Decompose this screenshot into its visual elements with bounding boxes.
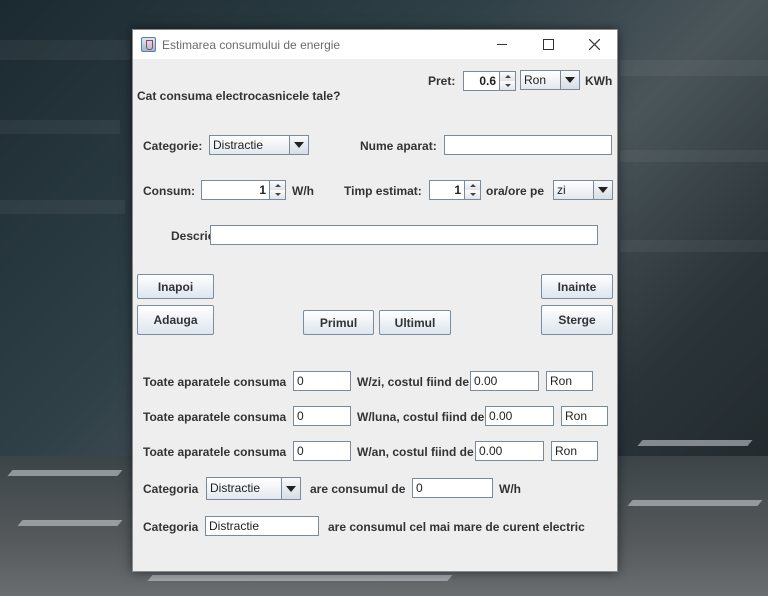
- top-category-label: Categoria: [143, 520, 199, 534]
- yearly-cost-field[interactable]: [475, 441, 544, 461]
- consumption-value: 1: [259, 183, 266, 197]
- monthly-cost-field[interactable]: [485, 406, 554, 426]
- time-unit: ora/ore pe: [486, 184, 545, 198]
- maximize-button[interactable]: [525, 30, 571, 59]
- consumption-label: Consum:: [143, 184, 195, 198]
- description-input[interactable]: [210, 225, 598, 245]
- java-app-icon: [141, 37, 156, 52]
- daily-currency-field[interactable]: [546, 371, 593, 391]
- category-consumption-field[interactable]: [412, 478, 493, 498]
- category-selected: Distractie: [213, 138, 264, 152]
- main-panel: Cat consuma electrocasnicele tale? Pret:…: [133, 59, 617, 571]
- monthly-currency-field[interactable]: [561, 406, 608, 426]
- currency-selected: Ron: [524, 73, 547, 87]
- monthly-unit-text: W/luna, costul fiind de: [357, 410, 485, 424]
- category-consumption-unit: W/h: [499, 482, 521, 496]
- yearly-total-label: Toate aparatele consuma: [143, 445, 287, 459]
- yearly-currency-field[interactable]: [551, 441, 598, 461]
- time-label: Timp estimat:: [344, 184, 422, 198]
- minimize-button[interactable]: [479, 30, 525, 59]
- first-button[interactable]: Primul: [303, 310, 374, 335]
- chevron-down-icon: [289, 136, 308, 154]
- yearly-consumption-field[interactable]: [293, 441, 351, 461]
- summary-category-selected: Distractie: [210, 481, 261, 495]
- close-button[interactable]: [571, 30, 617, 59]
- chevron-down-icon: [560, 71, 579, 89]
- unit-label: KWh: [585, 74, 613, 88]
- yearly-unit-text: W/an, costul fiind de: [357, 445, 474, 459]
- summary-category-dropdown[interactable]: Distractie: [206, 477, 301, 500]
- period-selected: zi: [557, 183, 566, 197]
- close-icon: [588, 39, 600, 50]
- chevron-down-icon: [593, 181, 612, 199]
- app-window: Estimarea consumului de energie Cat cons…: [132, 29, 618, 572]
- device-name-label: Nume aparat:: [360, 139, 437, 153]
- price-label: Pret:: [428, 74, 456, 88]
- add-button[interactable]: Adauga: [137, 305, 214, 335]
- category-dropdown[interactable]: Distractie: [209, 135, 309, 155]
- last-button[interactable]: Ultimul: [379, 310, 451, 335]
- device-name-input[interactable]: [444, 135, 612, 155]
- daily-total-label: Toate aparatele consuma: [143, 375, 287, 389]
- back-button[interactable]: Inapoi: [137, 274, 214, 299]
- consumption-unit: W/h: [292, 184, 314, 198]
- monthly-consumption-field[interactable]: [293, 406, 351, 426]
- category-consumption-text: are consumul de: [310, 482, 406, 496]
- category-label: Categorie:: [143, 139, 203, 153]
- category-summary-label: Categoria: [143, 482, 199, 496]
- monthly-total-label: Toate aparatele consuma: [143, 410, 287, 424]
- daily-consumption-field[interactable]: [293, 371, 351, 391]
- period-dropdown[interactable]: zi: [553, 180, 613, 200]
- time-spinner[interactable]: 1: [429, 180, 481, 200]
- delete-button[interactable]: Sterge: [541, 305, 613, 335]
- currency-dropdown[interactable]: Ron: [520, 70, 580, 90]
- top-category-field[interactable]: [205, 516, 319, 536]
- question-heading: Cat consuma electrocasnicele tale?: [137, 89, 341, 103]
- forward-button[interactable]: Inainte: [541, 274, 613, 299]
- price-value: 0.6: [479, 74, 496, 88]
- daily-cost-field[interactable]: [470, 371, 539, 391]
- time-value: 1: [454, 183, 461, 197]
- chevron-down-icon: [281, 478, 300, 499]
- price-spinner[interactable]: 0.6: [463, 71, 516, 91]
- consumption-spinner[interactable]: 1: [201, 180, 286, 200]
- time-down-arrow-icon[interactable]: [465, 190, 480, 199]
- window-title: Estimarea consumului de energie: [162, 38, 341, 52]
- title-bar: Estimarea consumului de energie: [133, 30, 617, 59]
- top-category-text: are consumul cel mai mare de curent elec…: [328, 520, 585, 534]
- consumption-down-arrow-icon[interactable]: [270, 190, 285, 199]
- daily-unit-text: W/zi, costul fiind de: [357, 375, 469, 389]
- price-down-arrow-icon[interactable]: [500, 81, 515, 90]
